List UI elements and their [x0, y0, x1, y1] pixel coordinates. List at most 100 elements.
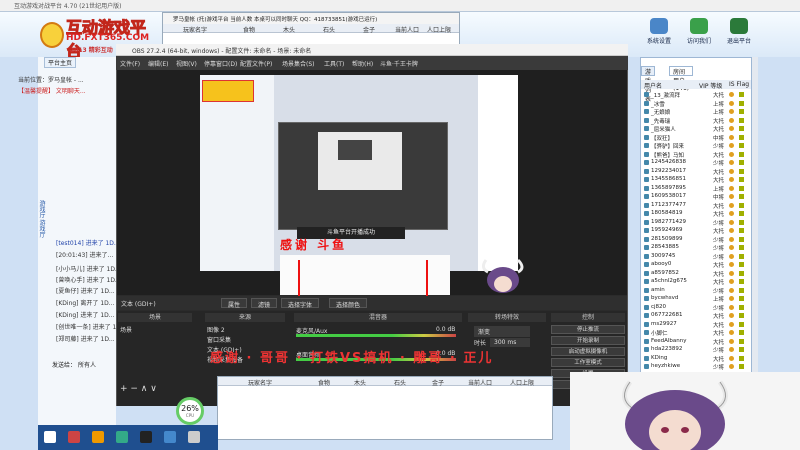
menu-help[interactable]: 帮助(H)	[352, 59, 373, 68]
user-name: 180584819	[651, 210, 683, 216]
user-row[interactable]: 067722681 大托	[641, 312, 751, 320]
user-row[interactable]: _冰雪 上将	[641, 100, 751, 108]
user-icon	[644, 211, 649, 216]
app-icon[interactable]	[116, 431, 128, 443]
tab-room-users[interactable]: 房间用户(141)	[669, 66, 694, 92]
user-row[interactable]: 1292234017 大托	[641, 168, 751, 176]
col-food: 食物	[318, 380, 331, 387]
user-icon	[644, 92, 649, 97]
studio-mode-button[interactable]: 工作室模式	[551, 358, 625, 367]
flag-icon	[729, 219, 734, 225]
user-row[interactable]: KDing 大托	[641, 355, 751, 363]
user-icon	[644, 160, 649, 165]
app-icon[interactable]	[188, 431, 200, 443]
flag-icon	[729, 228, 734, 233]
user-row[interactable]: 180584819 大托	[641, 210, 751, 218]
user-row[interactable]: abooy0 大托	[641, 261, 751, 269]
user-name: 1365897895	[651, 184, 686, 191]
user-level: 大托	[713, 229, 725, 235]
menu-douyu[interactable]: 斗鱼·千王卡牌	[380, 59, 418, 68]
lower-room-window: 玩家名字 食物 木头 石头 金子 当前人口 人口上限	[217, 376, 553, 440]
user-row[interactable]: 1345586851 大托	[641, 176, 751, 184]
scene-toolbar[interactable]: + − ∧ ∨	[120, 384, 157, 394]
user-row[interactable]: FeedAlbanny 大托	[641, 338, 751, 346]
menu-view[interactable]: 视图(V)	[176, 59, 197, 68]
menu-edit[interactable]: 编辑(E)	[148, 59, 168, 68]
user-row[interactable]: _屈米猫人 大托	[641, 125, 751, 133]
user-row[interactable]: 1982771429 少将	[641, 219, 751, 227]
user-row[interactable]: 1712377477 大托	[641, 202, 751, 210]
user-row[interactable]: amin 少将	[641, 287, 751, 295]
visit-button[interactable]: 访问我们	[680, 18, 718, 52]
app-icon[interactable]	[92, 431, 104, 443]
user-row[interactable]: hda223892 少将	[641, 346, 751, 354]
user-row[interactable]: cj820 少将	[641, 304, 751, 312]
user-row[interactable]: _13_激流拜 大托	[641, 91, 751, 99]
menu-tools[interactable]: 工具(T)	[324, 59, 344, 68]
user-row[interactable]: 【熊爸】马知 大托	[641, 151, 751, 159]
settings-button[interactable]: 系统设置	[640, 18, 678, 52]
menu-docks[interactable]: 停靠窗口(D)	[204, 59, 237, 68]
start-record-button[interactable]: 开始录制	[551, 336, 625, 345]
tab-home[interactable]: 平台主页	[44, 57, 77, 68]
user-icon	[644, 168, 649, 174]
badge-icon	[739, 236, 744, 242]
badge-icon	[739, 253, 744, 259]
obs-taskbar-icon[interactable]	[140, 431, 152, 443]
user-row[interactable]: 1609538017 中将	[641, 193, 751, 201]
user-row[interactable]: ms29927 大托	[641, 321, 751, 329]
flag-icon	[729, 245, 734, 250]
user-row[interactable]: 195924969 大托	[641, 227, 751, 235]
user-row[interactable]: a8597852 大托	[641, 270, 751, 278]
user-icon	[644, 253, 649, 259]
col-pop: 当前人口	[395, 27, 420, 34]
filters-button[interactable]: 滤镜	[251, 298, 278, 309]
user-row[interactable]: _无娘娘 上将	[641, 108, 751, 116]
select-color-button[interactable]: 选择颜色	[329, 298, 368, 309]
user-icon	[644, 109, 649, 114]
user-level: 大托	[713, 212, 725, 218]
user-row[interactable]: 【双狂】 中将	[641, 134, 751, 142]
user-row[interactable]: _先毒瑞 大托	[641, 117, 751, 125]
user-row[interactable]: bycwhsvd 上将	[641, 295, 751, 303]
source-item[interactable]: 图像 2	[207, 325, 225, 334]
menu-profile[interactable]: 配置文件(P)	[240, 59, 272, 68]
user-name: bycwhsvd	[651, 295, 679, 301]
exit-button[interactable]: 退出平台	[720, 18, 758, 52]
menu-scene-collection[interactable]: 场景集合(S)	[282, 59, 315, 68]
user-row[interactable]: heyzhkiwe 少将	[641, 363, 751, 371]
col-pop: 当前人口	[468, 380, 493, 387]
user-row[interactable]: 3009745 少将	[641, 253, 751, 261]
properties-button[interactable]: 属性	[221, 298, 248, 309]
menu-file[interactable]: 文件(F)	[120, 59, 140, 68]
header-level: VIP 等级	[699, 83, 723, 90]
tab-game-list[interactable]: 游戏列表	[641, 66, 656, 103]
user-row[interactable]: 1365897895 上将	[641, 185, 751, 193]
scene-item[interactable]: 场景	[120, 325, 132, 334]
send-target[interactable]: 发送给： 所有人	[52, 360, 114, 370]
user-row[interactable]: 【骅驴】回来 少将	[641, 142, 751, 150]
start-icon[interactable]	[44, 431, 56, 443]
user-row[interactable]: 281509899 少将	[641, 236, 751, 244]
duration-input[interactable]: 300 ms	[490, 338, 530, 347]
cpu-percent: 26%	[181, 404, 199, 413]
user-row[interactable]: 28543885 少将	[641, 244, 751, 252]
virtual-cam-button[interactable]: 启动虚拟摄像机	[551, 347, 625, 356]
app-icon[interactable]	[68, 431, 80, 443]
app-icon[interactable]	[164, 431, 176, 443]
user-name: _无娘娘	[651, 110, 671, 116]
transition-select[interactable]: 渐变	[474, 326, 530, 337]
user-name: ms29927	[651, 320, 677, 327]
user-icon	[644, 313, 649, 318]
user-row[interactable]: a5chnl2g675 大托	[641, 278, 751, 286]
badge-icon	[739, 160, 744, 165]
user-icon	[644, 236, 649, 242]
user-level: 大托	[713, 339, 725, 346]
user-row[interactable]: 1245426838 少将	[641, 159, 751, 167]
exit-label: 退出平台	[726, 38, 751, 45]
select-font-button[interactable]: 选择字体	[281, 298, 320, 309]
user-row[interactable]: 小脚仁 大托	[641, 329, 751, 337]
user-level: 中将	[713, 195, 725, 201]
stop-stream-button[interactable]: 停止推流	[551, 325, 625, 334]
source-item[interactable]: 窗口采集	[207, 335, 231, 344]
